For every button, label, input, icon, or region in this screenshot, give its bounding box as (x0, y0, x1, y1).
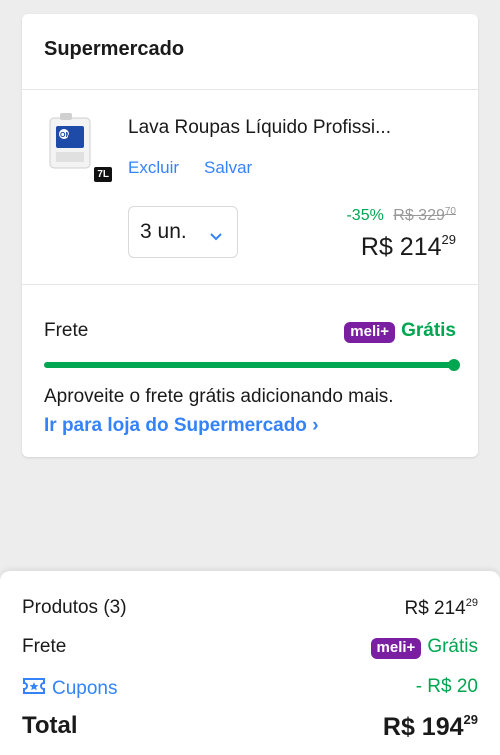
summary-shipping-label: Frete (22, 636, 67, 657)
progress-indicator (448, 359, 460, 371)
promo-text: Aproveite o frete grátis adicionando mai… (44, 386, 394, 407)
store-title: Supermercado (22, 14, 478, 90)
total-label: Total (22, 712, 78, 739)
meli-plus-badge: meli+ (344, 322, 396, 343)
products-value: R$ 21429 (404, 597, 478, 619)
quantity-select[interactable]: 3 un. (128, 206, 238, 258)
current-price: R$ 21429 (360, 232, 456, 261)
ticket-icon (22, 676, 52, 702)
total-value: R$ 19429 (382, 712, 478, 741)
product-title[interactable]: Lava Roupas Líquido Profissi... (128, 117, 391, 139)
products-label: Produtos (3) (22, 597, 127, 618)
summary-products-row: Produtos (3) R$ 21429 (22, 597, 478, 623)
discount-line: -35% R$ 32970 (346, 206, 456, 225)
summary-total-row: Total R$ 19429 (22, 712, 478, 746)
shipping-free-label: Grátis (401, 320, 456, 341)
coupons-link[interactable]: Cupons (22, 676, 118, 702)
summary-coupons-row[interactable]: Cupons - R$ 20 (22, 676, 478, 702)
shipping-label: Frete (44, 320, 89, 341)
meli-plus-badge: meli+ (370, 638, 422, 659)
quantity-value: 3 un. (140, 220, 187, 243)
summary-shipping-value: meli+ Grátis (370, 636, 478, 659)
old-price: R$ 32970 (393, 206, 456, 224)
shipping-value: meli+ Grátis (344, 320, 456, 343)
progress-fill (44, 362, 454, 368)
store-cart-card: Supermercado OMO 7L Lava Roupas Líquido … (22, 14, 478, 457)
save-button[interactable]: Salvar (204, 158, 252, 178)
free-shipping-progress (44, 359, 460, 371)
size-badge: 7L (94, 167, 112, 182)
shipping-row: Frete meli+ Grátis (22, 301, 478, 361)
delete-button[interactable]: Excluir (128, 158, 179, 178)
detergent-bottle-icon: OMO (49, 113, 91, 169)
summary-shipping-row: Frete meli+ Grátis (22, 636, 478, 662)
chevron-right-icon: › (312, 415, 319, 436)
order-summary: Produtos (3) R$ 21429 Frete meli+ Grátis … (0, 571, 500, 755)
coupons-value: - R$ 20 (415, 676, 478, 697)
chevron-down-icon (209, 224, 223, 248)
discount-percent: -35% (346, 207, 384, 224)
svg-text:OMO: OMO (60, 132, 77, 139)
product-image[interactable]: OMO 7L (46, 112, 112, 182)
store-link[interactable]: Ir para loja do Supermercado › (44, 415, 319, 437)
